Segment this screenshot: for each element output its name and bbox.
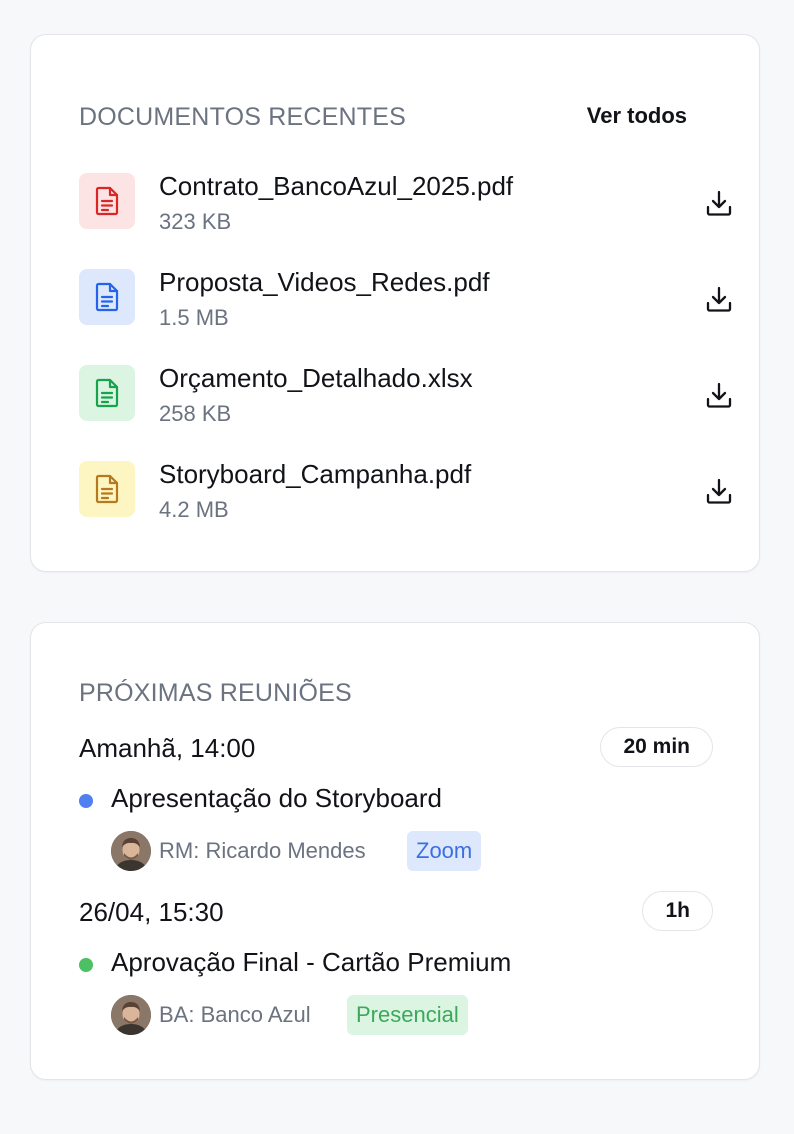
upcoming-meetings-title: PRÓXIMAS REUNIÕES bbox=[79, 679, 352, 707]
recent-documents-card: DOCUMENTOS RECENTES Ver todos Contrato_B… bbox=[30, 34, 760, 572]
document-size: 4.2 MB bbox=[159, 497, 229, 522]
download-icon bbox=[706, 382, 732, 408]
document-name: Orçamento_Detalhado.xlsx bbox=[159, 363, 473, 393]
file-text-icon bbox=[79, 269, 135, 325]
status-dot bbox=[79, 794, 93, 808]
document-size: 258 KB bbox=[159, 401, 232, 426]
download-button[interactable] bbox=[699, 471, 739, 511]
duration-badge: 20 min bbox=[600, 727, 713, 767]
meeting-title: Apresentação do Storyboard bbox=[111, 783, 442, 813]
meeting-participant: RM: Ricardo Mendes bbox=[159, 838, 366, 863]
file-text-icon bbox=[79, 461, 135, 517]
meeting-participant: BA: Banco Azul bbox=[159, 1002, 311, 1027]
file-text-icon bbox=[79, 173, 135, 229]
document-name: Proposta_Videos_Redes.pdf bbox=[159, 267, 490, 297]
document-name: Storyboard_Campanha.pdf bbox=[159, 459, 472, 489]
meeting-title: Aprovação Final - Cartão Premium bbox=[111, 947, 512, 977]
download-button[interactable] bbox=[699, 375, 739, 415]
download-icon bbox=[706, 286, 732, 312]
download-button[interactable] bbox=[699, 183, 739, 223]
download-button[interactable] bbox=[699, 279, 739, 319]
see-all-button[interactable]: Ver todos bbox=[587, 103, 687, 129]
upcoming-meetings-card: PRÓXIMAS REUNIÕES Amanhã, 14:00 20 min A… bbox=[30, 622, 760, 1080]
avatar bbox=[111, 831, 151, 871]
document-size: 1.5 MB bbox=[159, 305, 229, 330]
status-dot bbox=[79, 958, 93, 972]
download-icon bbox=[706, 478, 732, 504]
document-item[interactable]: Storyboard_Campanha.pdf 4.2 MB bbox=[79, 459, 732, 531]
document-item[interactable]: Orçamento_Detalhado.xlsx 258 KB bbox=[79, 363, 732, 435]
duration-badge: 1h bbox=[642, 891, 713, 931]
document-name: Contrato_BancoAzul_2025.pdf bbox=[159, 171, 514, 201]
meeting-date: Amanhã, 14:00 bbox=[79, 733, 256, 763]
file-text-icon bbox=[79, 365, 135, 421]
document-item[interactable]: Proposta_Videos_Redes.pdf 1.5 MB bbox=[79, 267, 732, 339]
location-tag: Zoom bbox=[407, 831, 482, 871]
meeting-date: 26/04, 15:30 bbox=[79, 897, 224, 927]
document-size: 323 KB bbox=[159, 209, 232, 234]
document-item[interactable]: Contrato_BancoAzul_2025.pdf 323 KB bbox=[79, 171, 732, 243]
avatar bbox=[111, 995, 151, 1035]
recent-documents-title: DOCUMENTOS RECENTES bbox=[79, 103, 406, 131]
location-tag: Presencial bbox=[347, 995, 468, 1035]
download-icon bbox=[706, 190, 732, 216]
